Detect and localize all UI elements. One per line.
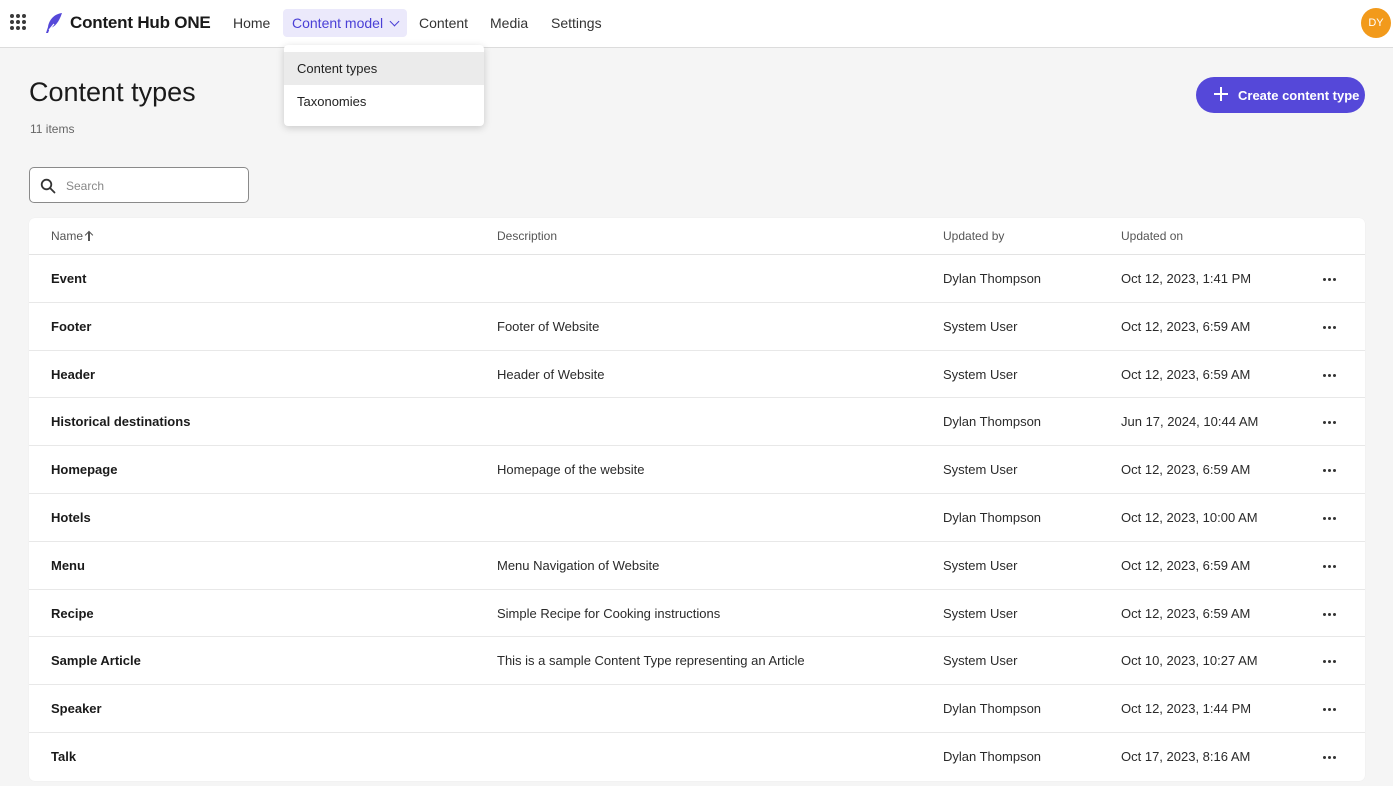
row-name[interactable]: Sample Article: [51, 653, 141, 668]
row-name[interactable]: Header: [51, 367, 95, 382]
row-updated-by: System User: [943, 605, 1018, 621]
table-row[interactable]: Historical destinations Dylan Thompson Jun…: [29, 398, 1365, 447]
user-avatar[interactable]: DY: [1361, 8, 1391, 38]
more-options-icon[interactable]: [1315, 319, 1343, 335]
row-updated-by: System User: [943, 557, 1018, 573]
row-name[interactable]: Historical destinations: [51, 414, 190, 429]
content-model-menu: Content types Taxonomies: [284, 45, 484, 126]
menu-item-content-types[interactable]: Content types: [284, 52, 484, 85]
row-updated-on: Oct 12, 2023, 10:00 AM: [1121, 509, 1258, 525]
row-updated-by: Dylan Thompson: [943, 701, 1042, 717]
row-updated-on: Oct 12, 2023, 1:44 PM: [1121, 701, 1252, 717]
row-updated-on: Oct 12, 2023, 6:59 AM: [1121, 462, 1251, 478]
app-name[interactable]: Content Hub ONE: [70, 13, 211, 33]
more-options-icon[interactable]: [1315, 462, 1343, 478]
more-options-icon[interactable]: [1315, 653, 1343, 669]
column-header-updated-by[interactable]: Updated by: [943, 229, 1004, 243]
table-row[interactable]: Talk Dylan Thompson Oct 17, 2023, 8:16 AM: [29, 733, 1365, 781]
items-count: 11 items: [30, 122, 75, 136]
sort-ascending-icon: [85, 231, 93, 241]
search-icon: [40, 178, 56, 194]
menu-item-taxonomies[interactable]: Taxonomies: [284, 85, 484, 118]
row-name[interactable]: Recipe: [51, 606, 94, 621]
more-options-icon[interactable]: [1315, 414, 1343, 430]
row-updated-by: Dylan Thompson: [943, 509, 1042, 525]
more-options-icon[interactable]: [1315, 510, 1343, 526]
row-updated-by: System User: [943, 653, 1018, 669]
search-box: [29, 167, 249, 203]
more-options-icon[interactable]: [1315, 367, 1343, 383]
row-updated-on: Oct 12, 2023, 6:59 AM: [1121, 366, 1251, 382]
row-description: Homepage of the website: [497, 462, 645, 478]
more-options-icon[interactable]: [1315, 701, 1343, 717]
column-header-name-label: Name: [51, 229, 84, 243]
row-description: This is a sample Content Type representi…: [497, 653, 805, 669]
row-description: Menu Navigation of Website: [497, 557, 660, 573]
table-row[interactable]: Event Dylan Thompson Oct 12, 2023, 1:41 PM: [29, 255, 1365, 303]
page-title: Content types: [29, 77, 196, 107]
row-updated-by: Dylan Thompson: [943, 414, 1042, 430]
plus-icon: [1214, 87, 1228, 101]
table-row[interactable]: Sample Article This is a sample Content T…: [29, 637, 1365, 686]
table-row[interactable]: Recipe Simple Recipe for Cooking instruct…: [29, 590, 1365, 638]
row-name[interactable]: Hotels: [51, 510, 91, 525]
nav-media[interactable]: Media: [490, 9, 528, 37]
row-updated-on: Jun 17, 2024, 10:44 AM: [1121, 414, 1259, 430]
row-updated-on: Oct 12, 2023, 6:59 AM: [1121, 605, 1251, 621]
table-row[interactable]: Homepage Homepage of the website System Us…: [29, 446, 1365, 494]
nav-content[interactable]: Content: [419, 9, 468, 37]
column-header-description[interactable]: Description: [497, 229, 557, 243]
more-options-icon[interactable]: [1315, 606, 1343, 622]
row-updated-on: Oct 17, 2023, 8:16 AM: [1121, 748, 1251, 764]
row-updated-on: Oct 10, 2023, 10:27 AM: [1121, 653, 1258, 669]
table-row[interactable]: Header Header of Website System User Oct 12…: [29, 351, 1365, 399]
row-name[interactable]: Menu: [51, 558, 85, 573]
app-launcher-icon[interactable]: [10, 14, 26, 30]
table-row[interactable]: Menu Menu Navigation of Website System Use…: [29, 542, 1365, 590]
row-updated-on: Oct 12, 2023, 6:59 AM: [1121, 557, 1251, 573]
nav-content-model[interactable]: Content model: [283, 9, 408, 37]
row-description: Header of Website: [497, 366, 605, 382]
row-description: Simple Recipe for Cooking instructions: [497, 605, 721, 621]
column-header-updated-on[interactable]: Updated on: [1121, 229, 1183, 243]
content-types-table: Name Description Updated by Updated on E…: [29, 218, 1365, 781]
table-row[interactable]: Footer Footer of Website System User Oct 12…: [29, 303, 1365, 351]
more-options-icon[interactable]: [1315, 749, 1343, 765]
table-body: Event Dylan Thompson Oct 12, 2023, 1:41 PM…: [29, 255, 1365, 781]
row-name[interactable]: Event: [51, 271, 86, 286]
row-updated-by: System User: [943, 318, 1018, 334]
row-name[interactable]: Footer: [51, 319, 91, 334]
more-options-icon[interactable]: [1315, 271, 1343, 287]
table-row[interactable]: Hotels Dylan Thompson Oct 12, 2023, 10:00 …: [29, 494, 1365, 542]
column-header-name[interactable]: Name: [51, 229, 93, 243]
row-name[interactable]: Talk: [51, 749, 76, 764]
row-name[interactable]: Homepage: [51, 462, 117, 477]
create-content-type-button[interactable]: Create content type: [1196, 77, 1365, 113]
row-description: Footer of Website: [497, 318, 600, 334]
top-bar: Content Hub ONE Home Content model Conte…: [0, 0, 1393, 48]
row-name[interactable]: Speaker: [51, 701, 102, 716]
row-updated-by: System User: [943, 366, 1018, 382]
row-updated-by: System User: [943, 462, 1018, 478]
create-content-type-label: Create content type: [1238, 88, 1360, 103]
chevron-down-icon: [389, 16, 400, 27]
nav-settings[interactable]: Settings: [551, 9, 602, 37]
nav-content-model-label: Content model: [292, 15, 384, 31]
more-options-icon[interactable]: [1315, 558, 1343, 574]
feather-logo-icon: [46, 13, 62, 33]
table-header: Name Description Updated by Updated on: [29, 218, 1365, 255]
row-updated-on: Oct 12, 2023, 6:59 AM: [1121, 318, 1251, 334]
row-updated-on: Oct 12, 2023, 1:41 PM: [1121, 271, 1252, 286]
nav-home[interactable]: Home: [233, 9, 270, 37]
row-updated-by: Dylan Thompson: [943, 748, 1042, 764]
table-row[interactable]: Speaker Dylan Thompson Oct 12, 2023, 1:44 …: [29, 685, 1365, 733]
search-input[interactable]: [66, 176, 236, 196]
row-updated-by: Dylan Thompson: [943, 271, 1042, 286]
